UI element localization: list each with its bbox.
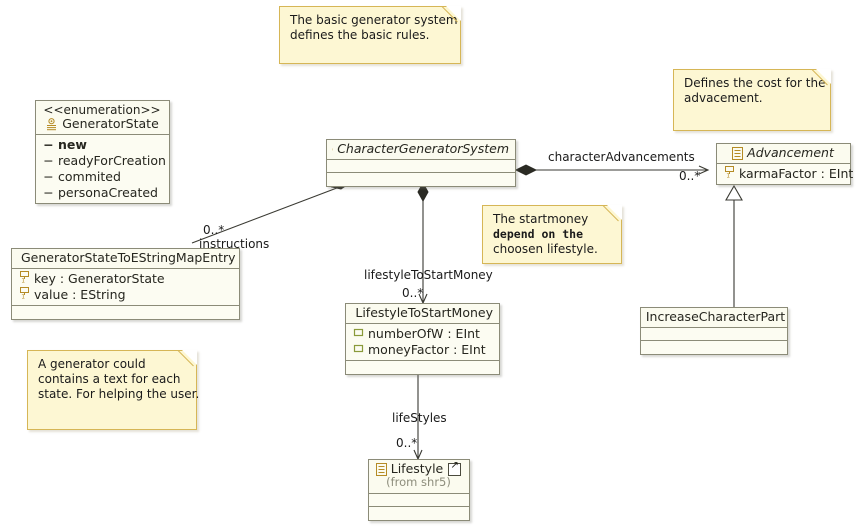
class-stereotype: <<enumeration>>: [43, 103, 161, 117]
attribute-label: karmaFactor : EInt: [739, 166, 854, 181]
class-name: CharacterGeneratorSystem: [337, 141, 509, 156]
note-fold-edge: [176, 350, 197, 371]
attribute-square-icon: [351, 342, 366, 358]
note-line: contains a text for each: [38, 372, 181, 386]
attribute-row: moneyFactor : EInt: [351, 342, 495, 358]
attributes-compartment: 1 key : GeneratorState 1 value : EString: [12, 269, 239, 306]
class-header-character-generator-system: CharacterGeneratorSystem: [327, 140, 515, 160]
literal-icon: −: [43, 185, 54, 200]
note-line: The basic generator system: [290, 13, 458, 27]
class-icon: [732, 146, 744, 160]
class-header-generator-state: <<enumeration>> GeneratorState: [36, 101, 169, 135]
note-startmoney: The startmoney depend on the choosen lif…: [482, 205, 622, 264]
note-line: defines the basic rules.: [290, 28, 430, 42]
enum-literal-label: readyForCreation: [58, 153, 166, 168]
edge-label-lifestyle-to-start-money: lifestyleToStartMoney: [364, 268, 493, 282]
class-box-lifestyle-to-start-money[interactable]: LifestyleToStartMoney numberOfW : EInt m: [345, 303, 500, 375]
attributes-compartment: 1 karmaFactor : EInt: [717, 164, 853, 184]
attribute-icon: 1: [17, 271, 32, 287]
enum-literal: − readyForCreation: [41, 153, 166, 169]
note-fold-edge: [601, 205, 622, 226]
edge-label-instructions: instructions: [199, 237, 270, 251]
attributes-compartment: [369, 494, 469, 507]
class-box-advancement[interactable]: Advancement 1 karmaFactor : EInt: [716, 143, 853, 185]
class-header-advancement: Advancement: [717, 144, 850, 164]
multiplicity-life-styles: 0..*: [396, 436, 418, 450]
note-line: The startmoney: [493, 212, 589, 226]
attribute-row: 1 karmaFactor : EInt: [722, 166, 853, 182]
class-header-map-entry: GeneratorStateToEStringMapEntry: [12, 249, 239, 269]
note-generator-text: A generator could contains a text for ea…: [27, 350, 200, 430]
note-line: state. For helping the user.: [38, 387, 200, 401]
operations-compartment: [346, 361, 499, 374]
external-reference-icon: [448, 460, 462, 476]
multiplicity-instructions: 0..*: [203, 223, 225, 237]
note-line: Defines the cost for the: [684, 76, 826, 90]
edge-generalization-increase-character-part: [725, 184, 743, 307]
class-name: GeneratorState: [62, 116, 159, 131]
edge-label-life-styles: lifeStyles: [392, 411, 447, 425]
attribute-label: moneyFactor : EInt: [368, 342, 486, 357]
enum-literal: − commited: [41, 169, 165, 185]
attribute-icon: 1: [722, 166, 737, 182]
class-name: Advancement: [747, 145, 834, 160]
class-name: LifestyleToStartMoney: [355, 305, 493, 320]
enum-literal-label: new: [58, 137, 87, 152]
note-line: choosen lifestyle.: [493, 242, 598, 256]
attribute-row: numberOfW : EInt: [351, 326, 495, 342]
enum-literal: − personaCreated: [41, 185, 165, 201]
enum-literal-label: personaCreated: [58, 185, 158, 200]
attribute-row: 1 key : GeneratorState: [17, 271, 235, 287]
attribute-label: numberOfW : EInt: [368, 326, 480, 341]
class-icon: [375, 462, 387, 476]
operations-compartment: [327, 173, 515, 186]
note-basic-rules: The basic generator system defines the b…: [279, 6, 461, 64]
note-advancement-cost: Defines the cost for the advacement.: [673, 69, 831, 131]
svg-text:1: 1: [21, 278, 25, 283]
class-header-lifestyle: Lifestyle (from shr5): [369, 460, 469, 494]
operations-compartment: [641, 341, 787, 354]
attribute-label: value : EString: [34, 287, 126, 302]
enumeration-icon: [47, 117, 57, 130]
edge-label-character-advancements: characterAdvancements: [548, 150, 695, 164]
class-name: GeneratorStateToEStringMapEntry: [21, 250, 236, 265]
attributes-compartment: [327, 160, 515, 173]
attributes-compartment: [641, 328, 787, 341]
svg-text:1: 1: [726, 173, 730, 178]
attribute-icon: 1: [17, 287, 32, 303]
enum-literal: − new: [41, 137, 165, 153]
class-source-package: (from shr5): [386, 475, 451, 489]
note-line: advacement.: [684, 91, 763, 105]
class-header-lifestyle-to-start-money: LifestyleToStartMoney: [346, 304, 499, 324]
note-line: A generator could: [38, 357, 146, 371]
class-box-generator-state-to-estring-map-entry[interactable]: GeneratorStateToEStringMapEntry 1 key : …: [11, 248, 240, 320]
literals-compartment: − new − readyForCreation − commited − pe…: [36, 135, 169, 203]
attribute-row: 1 value : EString: [17, 287, 235, 303]
note-fold-edge: [440, 6, 461, 27]
literal-icon: −: [43, 153, 54, 168]
operations-compartment: [12, 306, 239, 319]
literal-icon: −: [43, 169, 54, 184]
attribute-label: key : GeneratorState: [34, 271, 165, 286]
note-line-bold: depend on the: [493, 227, 584, 241]
operations-compartment: [369, 507, 469, 520]
class-box-lifestyle[interactable]: Lifestyle (from shr5): [368, 459, 470, 521]
attribute-square-icon: [351, 326, 366, 342]
svg-text:1: 1: [21, 294, 25, 299]
edge-lifestyle-to-start-money: [417, 181, 429, 305]
multiplicity-lifestyle-to-start-money: 0..*: [402, 286, 424, 300]
uml-class-diagram-canvas: The basic generator system defines the b…: [0, 0, 864, 528]
attributes-compartment: numberOfW : EInt moneyFactor : EInt: [346, 324, 499, 361]
class-name: Lifestyle: [390, 461, 444, 476]
class-header-increase-character-part: IncreaseCharacterPart: [641, 308, 787, 328]
note-fold-edge: [810, 69, 831, 90]
class-name: IncreaseCharacterPart: [645, 309, 786, 324]
multiplicity-character-advancements: 0..*: [679, 169, 701, 183]
class-box-increase-character-part[interactable]: IncreaseCharacterPart: [640, 307, 788, 355]
class-icon: [332, 148, 334, 150]
literal-icon: −: [43, 137, 54, 152]
enum-literal-label: commited: [58, 169, 121, 184]
class-box-generator-state[interactable]: <<enumeration>> GeneratorState − new − r…: [35, 100, 170, 204]
class-box-character-generator-system[interactable]: CharacterGeneratorSystem: [326, 139, 516, 187]
